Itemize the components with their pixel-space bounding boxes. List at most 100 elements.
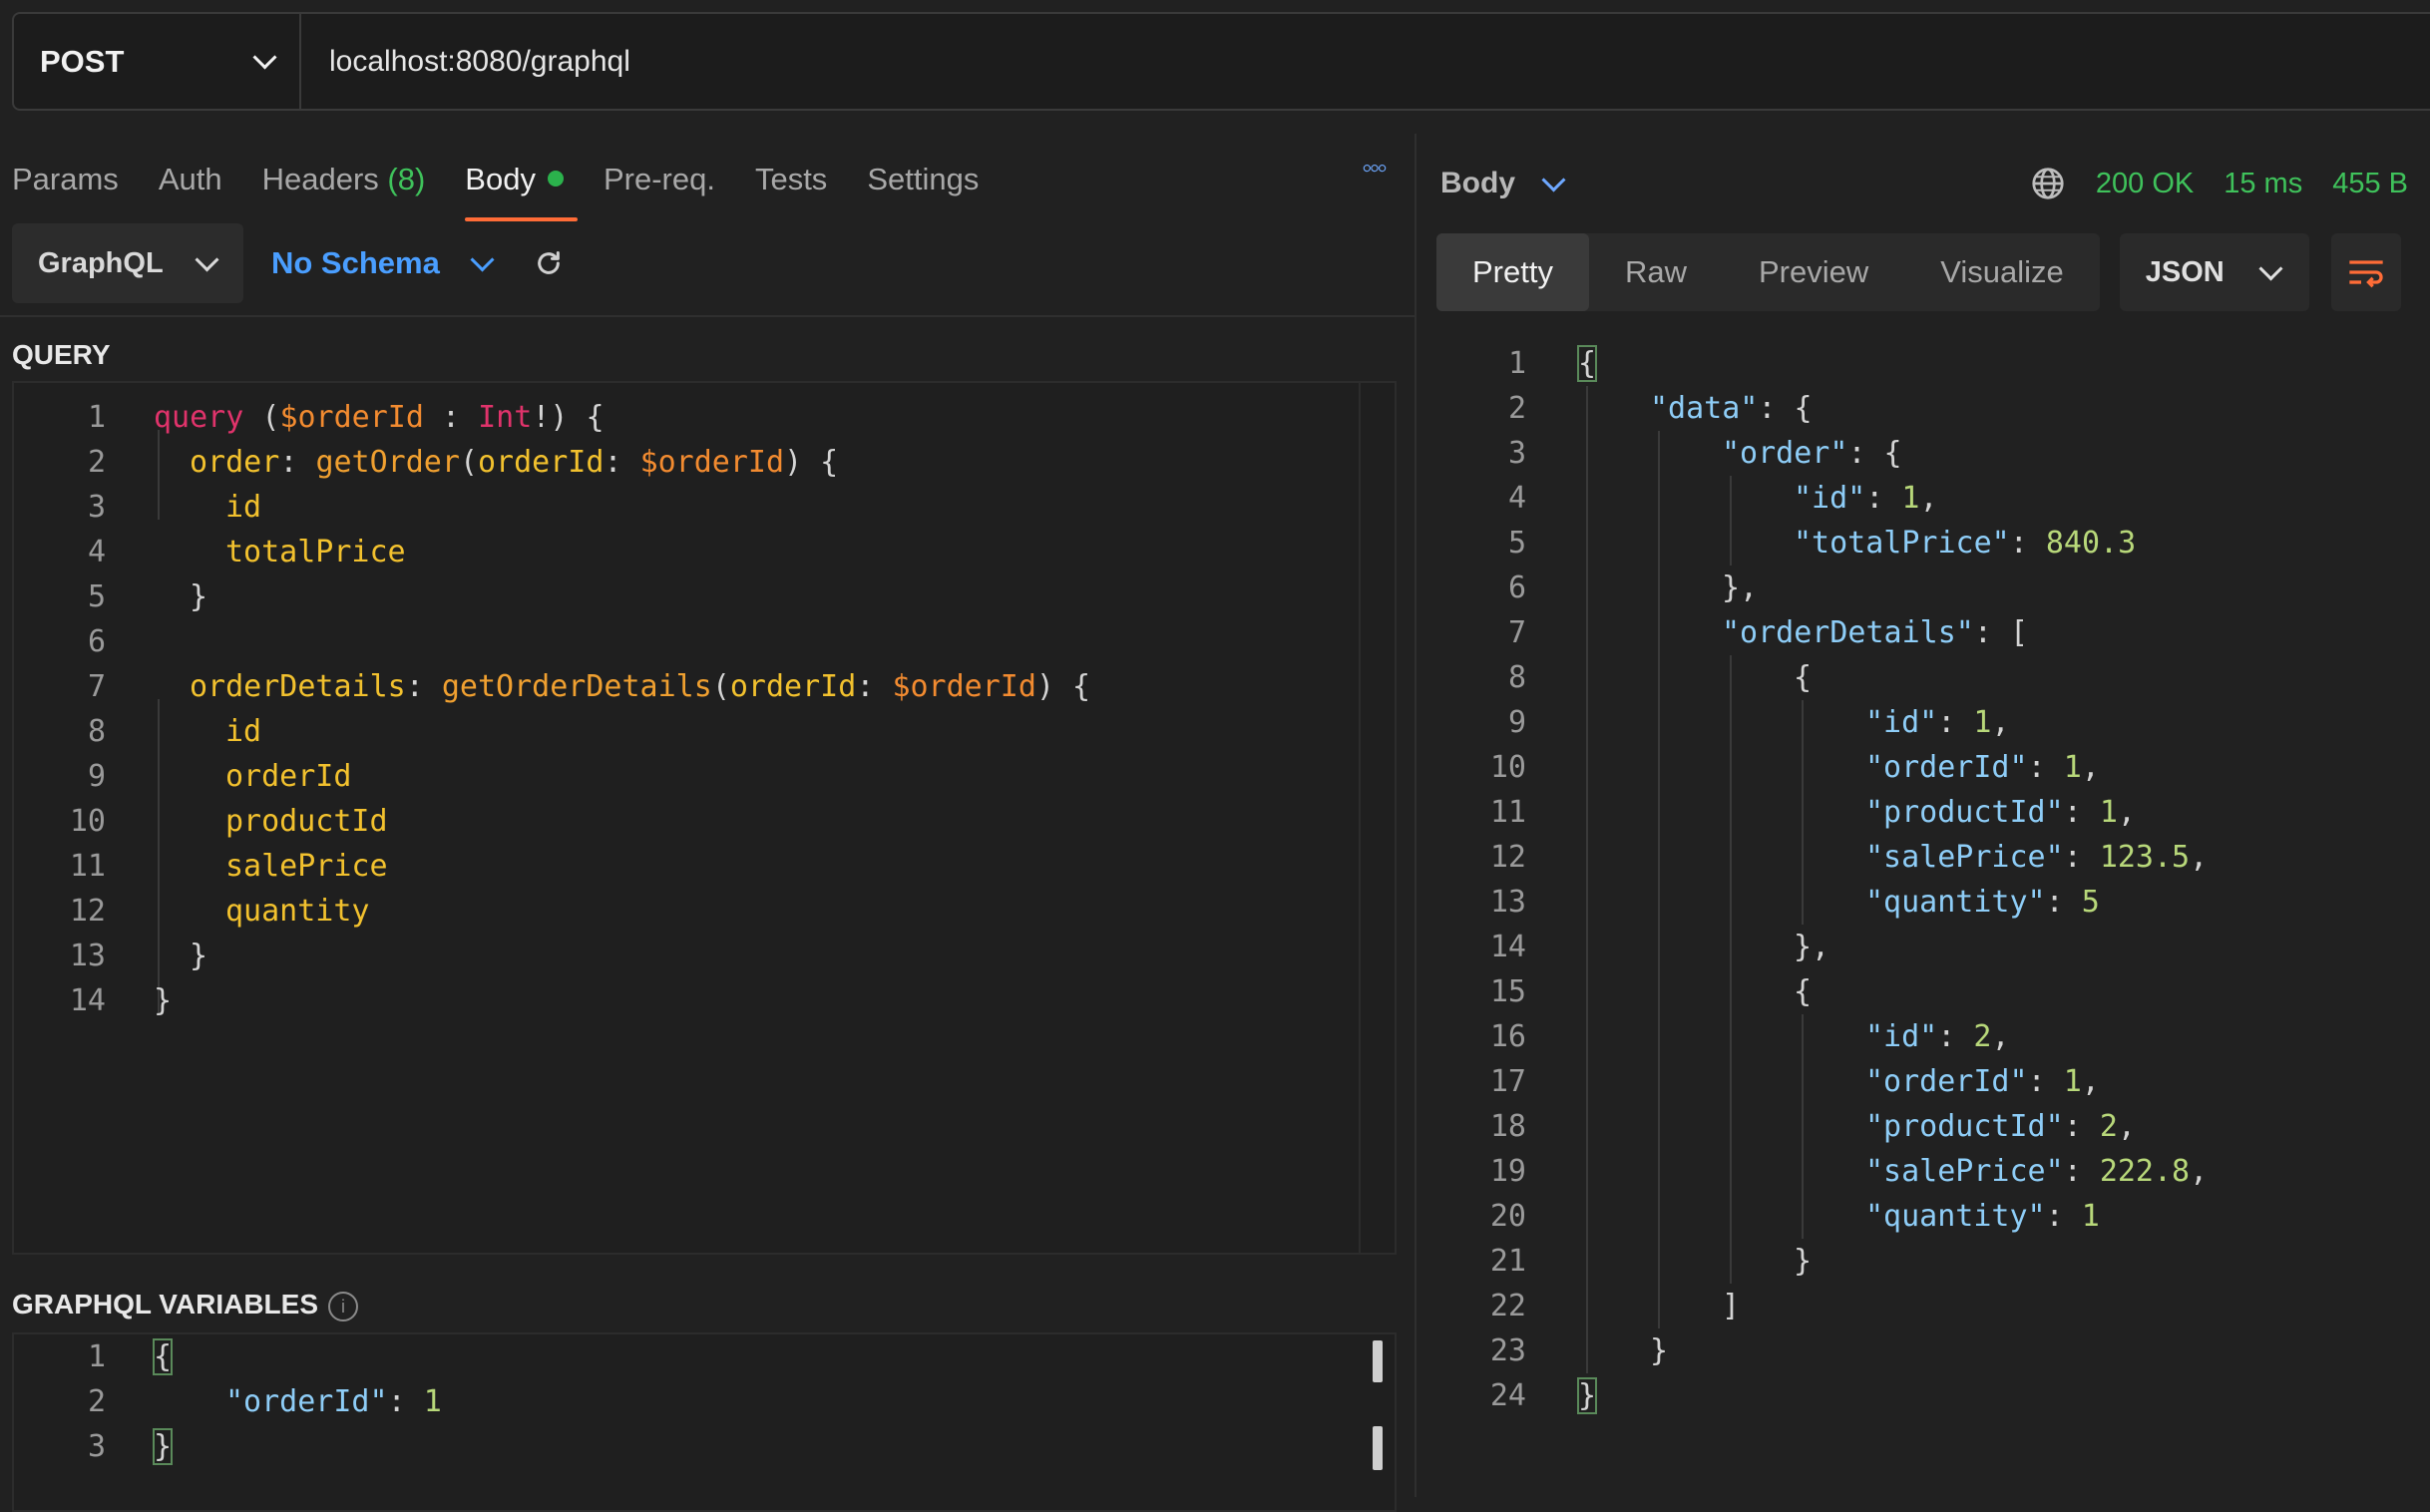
token: ) {	[1035, 669, 1091, 704]
token: {	[1794, 974, 1813, 1009]
token: 1	[423, 1384, 442, 1419]
token: query	[154, 400, 244, 435]
tab-label: Tests	[754, 162, 828, 196]
response-pane: Body 200 OK 15 ms 455 B Pretty Raw Previ…	[1417, 134, 2430, 1497]
schema-select[interactable]: No Schema	[271, 245, 495, 281]
line-number: 24	[1489, 1378, 1526, 1413]
line-number: 7	[87, 669, 106, 704]
token: :	[1937, 1019, 1974, 1054]
response-line: 1{	[1417, 341, 2208, 386]
token: getOrderDetails	[441, 669, 712, 704]
token: 1	[1901, 481, 1920, 516]
request-tabs: Params Auth Headers (8) Body Pre-req. Te…	[12, 154, 1375, 221]
token: 2	[1973, 1019, 1992, 1054]
line-number: 3	[87, 1429, 106, 1464]
token: id	[225, 490, 262, 525]
response-line: 6},	[1417, 566, 2208, 610]
token: salePrice	[225, 849, 388, 884]
response-time[interactable]: 15 ms	[2224, 168, 2302, 200]
tab-label: Settings	[867, 162, 980, 196]
info-icon[interactable]: i	[328, 1291, 358, 1322]
chevron-down-icon	[195, 246, 219, 272]
wrap-lines-button[interactable]	[2330, 233, 2401, 311]
response-size[interactable]: 455 B	[2332, 168, 2408, 200]
token: : {	[1758, 391, 1813, 426]
tab-tests[interactable]: Tests	[755, 162, 827, 205]
response-line: 2 "data": {	[1417, 386, 2208, 431]
query-editor[interactable]: 1 query ($orderId : Int!) { 2 order: getOr…	[12, 381, 1397, 1255]
body-mode-label: GraphQL	[38, 246, 164, 279]
format-select[interactable]: JSON	[2119, 233, 2309, 311]
scrollbar-thumb[interactable]	[1373, 1426, 1383, 1470]
more-horizontal-icon[interactable]: ◦◦◦	[1362, 152, 1388, 186]
chevron-down-icon	[1541, 167, 1566, 192]
variables-editor[interactable]: 1{ 2 "orderId": 1 3}	[12, 1332, 1397, 1512]
response-body-select[interactable]: Body	[1440, 167, 1566, 200]
token: orderId	[478, 445, 605, 480]
token: "data"	[1650, 391, 1759, 426]
line-number: 14	[1489, 930, 1526, 964]
token: "orderId"	[1865, 1064, 2028, 1099]
token: orderDetails	[190, 669, 406, 704]
line-number: 9	[1507, 705, 1526, 740]
tab-label: Body	[465, 162, 536, 196]
line-number: 8	[87, 714, 106, 749]
tab-params[interactable]: Params	[12, 162, 119, 205]
token: :	[2063, 1154, 2100, 1189]
token: "quantity"	[1865, 885, 2046, 920]
code-line: 14}	[14, 978, 1090, 1023]
line-number: 11	[1489, 795, 1526, 830]
token: },	[1794, 930, 1830, 964]
token: 123.5	[2099, 840, 2191, 875]
token: "id"	[1865, 1019, 1938, 1054]
view-raw[interactable]: Raw	[1589, 233, 1723, 311]
token: ,	[2190, 840, 2209, 875]
tab-headers[interactable]: Headers (8)	[262, 162, 426, 205]
globe-icon[interactable]	[2030, 166, 2066, 201]
line-number: 13	[69, 939, 106, 973]
response-line: 24}	[1417, 1373, 2208, 1418]
variables-section-label: GRAPHQL VARIABLES i	[12, 1289, 358, 1322]
token: "quantity"	[1865, 1199, 2046, 1234]
line-number: 2	[1507, 391, 1526, 426]
code-line: 13}	[14, 934, 1090, 978]
response-line: 3 "order": {	[1417, 431, 2208, 476]
token: "order"	[1722, 436, 1848, 471]
response-line: 15 {	[1417, 969, 2208, 1014]
view-visualize[interactable]: Visualize	[1904, 233, 2100, 311]
refresh-icon[interactable]	[535, 249, 563, 277]
scrollbar-thumb[interactable]	[1373, 1340, 1383, 1382]
code-line: 5}	[14, 574, 1090, 619]
token: ,	[2081, 750, 2100, 785]
token: "orderDetails"	[1722, 615, 1974, 650]
token: :	[1865, 481, 1902, 516]
code-line: 4 totalPrice	[14, 530, 1090, 574]
token: {	[1576, 345, 1598, 382]
line-number: 2	[87, 445, 106, 480]
token: ,	[2117, 795, 2136, 830]
token: ,	[2117, 1109, 2136, 1144]
line-number: 2	[87, 1384, 106, 1419]
response-line: 17 "orderId": 1,	[1417, 1059, 2208, 1104]
token: :	[2063, 795, 2100, 830]
response-line: 13 "quantity": 5	[1417, 880, 2208, 925]
token: }	[1576, 1377, 1598, 1414]
line-number: 20	[1489, 1199, 1526, 1234]
token: :	[279, 445, 316, 480]
view-pretty[interactable]: Pretty	[1436, 233, 1589, 311]
tab-body[interactable]: Body	[465, 162, 578, 221]
tab-pre-request[interactable]: Pre-req.	[604, 162, 715, 205]
response-line: 16 "id": 2,	[1417, 1014, 2208, 1059]
token: :	[2027, 750, 2064, 785]
token: :	[423, 400, 479, 435]
token: },	[1722, 570, 1759, 605]
method-select[interactable]: POST	[14, 14, 301, 109]
status-code[interactable]: 200 OK	[2096, 168, 2194, 200]
editor-gutter	[1359, 383, 1361, 1253]
tab-settings[interactable]: Settings	[867, 162, 979, 205]
body-mode-select[interactable]: GraphQL	[12, 223, 243, 303]
code-line: 3 id	[14, 485, 1090, 530]
url-input[interactable]: localhost:8080/graphql	[301, 45, 630, 79]
tab-auth[interactable]: Auth	[159, 162, 222, 205]
view-preview[interactable]: Preview	[1723, 233, 1904, 311]
